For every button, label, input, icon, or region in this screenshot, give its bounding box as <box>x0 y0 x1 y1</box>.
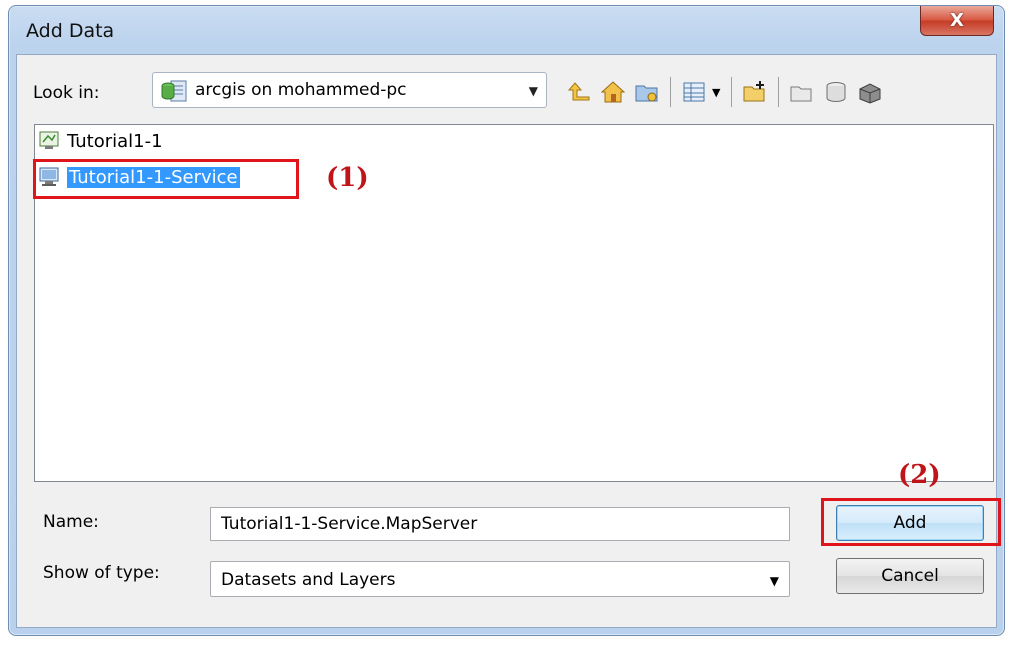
annotation-label-step1: (1) <box>326 163 369 193</box>
add-button[interactable]: Add <box>836 505 984 541</box>
chevron-down-icon: ▼ <box>528 84 538 98</box>
home-button[interactable] <box>599 78 627 106</box>
look-in-label: Look in: <box>33 83 100 103</box>
connect-folder-button[interactable] <box>633 78 661 106</box>
toolbar: ▼ <box>565 77 890 107</box>
show-of-type-value: Datasets and Layers <box>221 570 396 590</box>
name-field[interactable] <box>210 507 790 541</box>
look-in-dropdown[interactable]: arcgis on mohammed-pc ▼ <box>152 72 547 108</box>
show-of-type-label: Show of type: <box>43 563 160 583</box>
map-document-icon <box>39 131 59 149</box>
server-connection-icon <box>161 80 187 102</box>
file-list[interactable]: Tutorial1-1 Tutorial1-1-Service (1) <box>33 124 994 482</box>
toolbar-separator <box>670 77 671 107</box>
view-list-icon <box>683 82 705 102</box>
home-icon <box>600 81 626 103</box>
annotation-box-step1 <box>33 159 299 199</box>
file-name: Tutorial1-1 <box>67 130 163 152</box>
connect-folder-icon <box>635 85 658 102</box>
toolbox-icon <box>859 83 881 104</box>
add-data-dialog: Add Data X Look in: arcgis on mohammed-p… <box>8 5 1005 636</box>
catalog-button[interactable] <box>788 78 816 106</box>
show-of-type-dropdown[interactable]: Datasets and Layers ▼ <box>210 561 790 597</box>
name-label: Name: <box>43 512 99 532</box>
chevron-down-icon: ▼ <box>769 574 779 588</box>
view-list-button[interactable] <box>680 78 708 106</box>
toolbar-separator <box>778 77 780 107</box>
annotation-label-step2: (2) <box>898 460 941 490</box>
catalog-icon <box>790 86 812 102</box>
up-one-level-icon <box>567 82 590 101</box>
toolbox-button[interactable] <box>856 78 884 106</box>
database-icon <box>826 82 846 102</box>
chevron-down-icon[interactable]: ▼ <box>712 86 720 99</box>
cancel-button[interactable]: Cancel <box>836 558 984 594</box>
close-button[interactable]: X <box>920 6 994 36</box>
new-folder-icon <box>743 81 765 102</box>
database-button[interactable] <box>822 78 850 106</box>
window-title: Add Data <box>26 20 115 42</box>
new-folder-button[interactable] <box>741 78 769 106</box>
up-one-level-button[interactable] <box>565 78 593 106</box>
dialog-client-area: Look in: arcgis on mohammed-pc ▼ ▼ Tutor… <box>16 54 1001 628</box>
list-item[interactable]: Tutorial1-1 <box>39 129 163 153</box>
toolbar-separator <box>731 77 733 107</box>
look-in-value: arcgis on mohammed-pc <box>195 80 407 100</box>
title-bar[interactable]: Add Data X <box>9 6 1004 54</box>
